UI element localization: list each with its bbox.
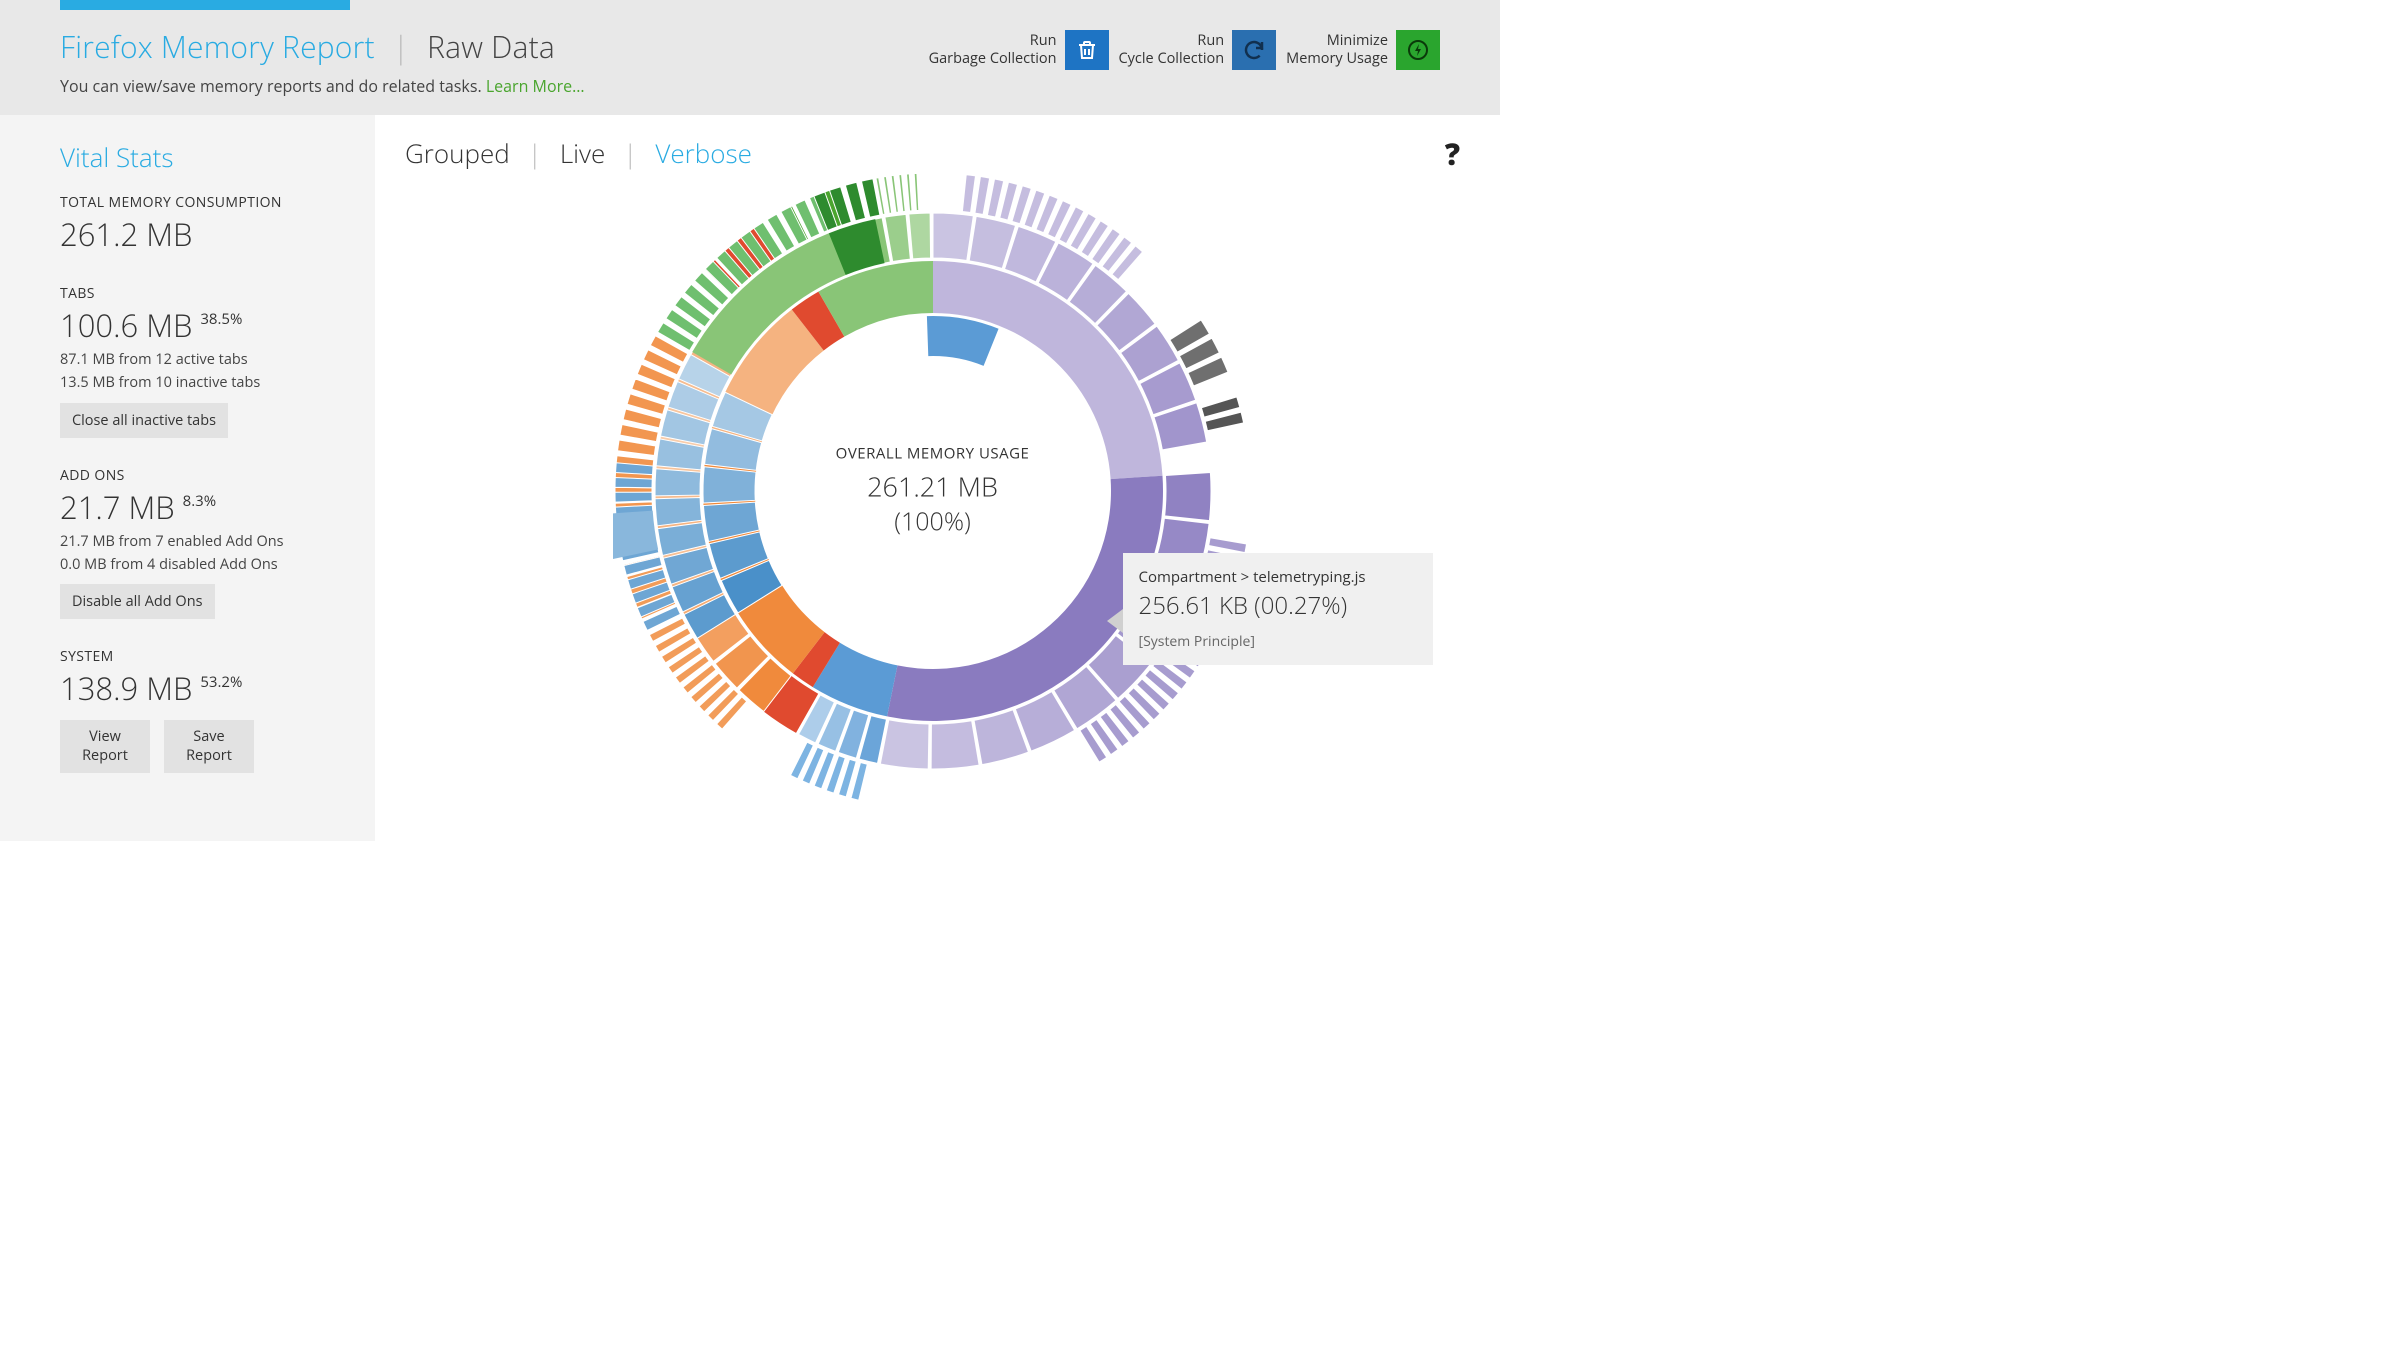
action-minimize-memory[interactable]: Minimize Memory Usage [1286,30,1440,70]
stat-addons: ADD ONS 21.7 MB 8.3% 21.7 MB from 7 enab… [60,466,335,620]
stat-value: 261.2 MB [60,214,192,256]
vital-stats-title: Vital Stats [60,139,335,175]
tab-grouped[interactable]: Grouped [405,135,510,171]
center-label-title: OVERALL MEMORY USAGE [836,444,1030,464]
tooltip-caret-icon [1107,609,1123,633]
stat-label: TOTAL MEMORY CONSUMPTION [60,193,335,212]
stat-total: TOTAL MEMORY CONSUMPTION 261.2 MB [60,193,335,256]
header-bar: Firefox Memory Report | Raw Data You can… [0,0,1500,115]
stat-system: SYSTEM 138.9 MB 53.2% View Report Save R… [60,647,335,772]
tooltip-value: 256.61 KB (00.27%) [1139,589,1417,622]
stat-value: 21.7 MB [60,487,175,529]
tab-live[interactable]: Live [560,135,605,171]
tab-verbose[interactable]: Verbose [655,135,752,171]
stat-label: TABS [60,284,335,303]
action-garbage-collection[interactable]: Run Garbage Collection [929,30,1109,70]
save-report-button[interactable]: Save Report [164,720,254,772]
title-separator: | [393,26,409,67]
close-inactive-tabs-button[interactable]: Close all inactive tabs [60,403,228,438]
title-main: Firefox Memory Report [60,26,375,67]
header-actions: Run Garbage Collection Run Cycle Collect… [929,30,1440,70]
stat-value: 100.6 MB [60,305,192,347]
action-cycle-collection[interactable]: Run Cycle Collection [1119,30,1277,70]
tab-separator: | [623,135,637,171]
chart-center-label: OVERALL MEMORY USAGE 261.21 MB (100%) [836,444,1030,539]
tooltip-path: Compartment > telemetryping.js [1139,567,1417,587]
stat-pct: 53.2% [200,672,242,692]
subtitle: You can view/save memory reports and do … [60,75,929,97]
cycle-icon [1232,30,1276,70]
sidebar: Vital Stats TOTAL MEMORY CONSUMPTION 261… [0,115,375,841]
accent-bar [60,0,350,10]
title-block: Firefox Memory Report | Raw Data You can… [60,26,929,97]
subtitle-text: You can view/save memory reports and do … [60,75,486,97]
view-tabs: Grouped | Live | Verbose [405,135,1460,171]
stat-pct: 8.3% [183,491,217,511]
page-title: Firefox Memory Report | Raw Data [60,26,929,67]
stat-detail: 21.7 MB from 7 enabled Add Ons [60,533,335,552]
stat-tabs: TABS 100.6 MB 38.5% 87.1 MB from 12 acti… [60,284,335,438]
bolt-icon [1396,30,1440,70]
stat-label: ADD ONS [60,466,335,485]
learn-more-link[interactable]: Learn More… [486,75,585,97]
tooltip-principle: [System Principle] [1139,632,1417,651]
main-panel: Grouped | Live | Verbose ? OVERALL MEMOR… [375,115,1500,841]
title-sub[interactable]: Raw Data [427,26,555,67]
center-label-value: 261.21 MB [836,468,1030,505]
action-label: Run Cycle Collection [1119,32,1225,68]
stat-detail: 0.0 MB from 4 disabled Add Ons [60,556,335,575]
action-label: Minimize Memory Usage [1286,32,1388,68]
memory-sunburst-chart[interactable]: OVERALL MEMORY USAGE 261.21 MB (100%) Co… [613,171,1253,811]
tab-separator: | [528,135,542,171]
stat-value: 138.9 MB [60,668,192,710]
action-label: Run Garbage Collection [929,32,1057,68]
stat-detail: 13.5 MB from 10 inactive tabs [60,374,335,393]
trash-icon [1065,30,1109,70]
stat-label: SYSTEM [60,647,335,666]
stat-detail: 87.1 MB from 12 active tabs [60,351,335,370]
stat-pct: 38.5% [200,309,242,329]
help-icon[interactable]: ? [1445,133,1460,174]
center-label-pct: (100%) [836,505,1030,539]
chart-tooltip: Compartment > telemetryping.js 256.61 KB… [1123,553,1433,665]
view-report-button[interactable]: View Report [60,720,150,772]
disable-addons-button[interactable]: Disable all Add Ons [60,584,215,619]
